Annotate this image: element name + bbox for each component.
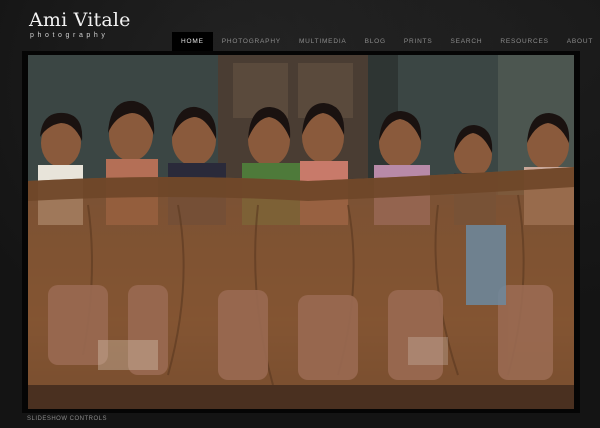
nav-resources[interactable]: RESOURCES xyxy=(491,32,557,51)
slideshow-controls[interactable]: SLIDESHOW CONTROLS xyxy=(27,416,107,422)
nav-home[interactable]: HOME xyxy=(172,32,213,51)
nav-search[interactable]: SEARCH xyxy=(441,32,491,51)
slideshow-frame xyxy=(22,51,580,413)
site-logo[interactable]: Ami Vitale photography xyxy=(29,9,131,40)
main-nav: HOME PHOTOGRAPHY MULTIMEDIA BLOG PRINTS … xyxy=(172,32,600,51)
site-subtitle: photography xyxy=(30,32,109,39)
nav-multimedia[interactable]: MULTIMEDIA xyxy=(290,32,356,51)
nav-photography[interactable]: PHOTOGRAPHY xyxy=(213,32,290,51)
nav-about[interactable]: ABOUT xyxy=(558,32,600,51)
site-title: Ami Vitale xyxy=(29,9,131,31)
photo-illustration xyxy=(28,55,574,409)
nav-blog[interactable]: BLOG xyxy=(356,32,395,51)
nav-prints[interactable]: PRINTS xyxy=(395,32,442,51)
slideshow-photo[interactable] xyxy=(28,55,574,409)
